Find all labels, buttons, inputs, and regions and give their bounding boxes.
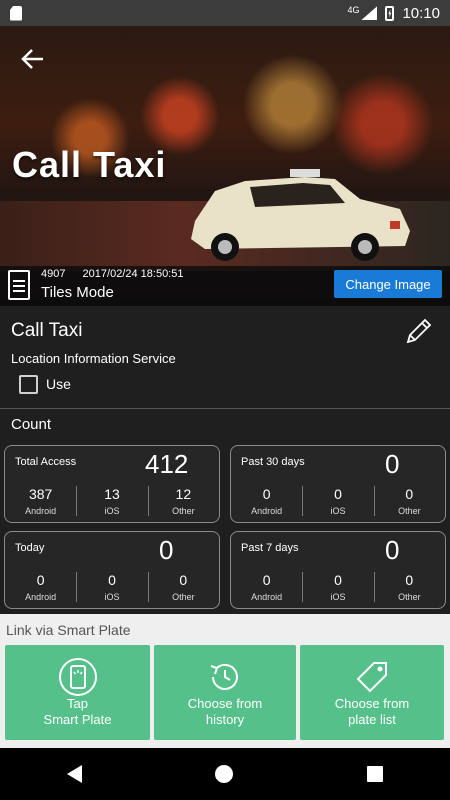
tile-line1: Tap bbox=[67, 696, 88, 711]
hero-title: Call Taxi bbox=[12, 144, 167, 185]
change-image-button[interactable]: Change Image bbox=[334, 270, 442, 298]
android-count: 0 bbox=[262, 486, 271, 502]
other-label: Other bbox=[172, 506, 195, 516]
image-timestamp: 2017/02/24 18:50:51 bbox=[82, 268, 184, 280]
nav-back-icon[interactable] bbox=[66, 765, 82, 783]
signal-icon bbox=[361, 6, 378, 20]
system-nav-bar bbox=[0, 748, 450, 800]
ios-label: iOS bbox=[104, 592, 120, 602]
display-mode: Tiles Mode bbox=[41, 284, 114, 301]
use-label: Use bbox=[46, 376, 71, 392]
other-count: 0 bbox=[405, 572, 414, 588]
tag-icon bbox=[356, 662, 387, 693]
nav-home-icon[interactable] bbox=[215, 765, 234, 783]
card-caption: Today bbox=[15, 542, 45, 554]
android-label: Android bbox=[251, 506, 283, 516]
sd-card-icon bbox=[10, 5, 22, 21]
android-label: Android bbox=[25, 592, 57, 602]
location-info-label: Location Information Service bbox=[11, 351, 176, 366]
other-count: 0 bbox=[179, 572, 188, 588]
android-label: Android bbox=[251, 592, 283, 602]
edit-pencil-icon[interactable] bbox=[404, 316, 434, 346]
tile-line1: Choose from bbox=[334, 696, 410, 711]
status-bar: 4G 10:10 bbox=[0, 0, 450, 26]
ios-count: 13 bbox=[104, 486, 120, 502]
smart-plate-section: Link via Smart Plate Tap Smart Plate Cho… bbox=[0, 614, 450, 748]
other-count: 12 bbox=[175, 486, 192, 502]
image-info-bar: 4907 2017/02/24 18:50:51 Tiles Mode Chan… bbox=[0, 266, 450, 306]
smart-plate-title: Link via Smart Plate bbox=[6, 622, 131, 638]
ios-count: 0 bbox=[108, 572, 116, 588]
tile-line1: Choose from bbox=[187, 696, 263, 711]
hero-image: Call Taxi 4907 2017/02/24 18:50:51 Tiles… bbox=[0, 26, 450, 306]
android-count: 0 bbox=[262, 572, 271, 588]
count-label: Count bbox=[11, 416, 52, 433]
other-label: Other bbox=[398, 592, 421, 602]
card-caption: Total Access bbox=[15, 456, 77, 468]
choose-from-history-button[interactable]: Choose from history bbox=[154, 645, 296, 740]
choose-from-plate-list-button[interactable]: Choose from plate list bbox=[300, 645, 444, 740]
ios-label: iOS bbox=[330, 592, 346, 602]
count-card-total-access: Total Access 412 387 Android 13 iOS 12 Othe… bbox=[4, 445, 220, 523]
card-caption: Past 7 days bbox=[241, 542, 299, 554]
tap-smart-plate-button[interactable]: Tap Smart Plate bbox=[5, 645, 150, 740]
count-card-past-30-days: Past 30 days 0 0 Android 0 iOS 0 Other bbox=[230, 445, 446, 523]
other-count: 0 bbox=[405, 486, 414, 502]
service-title: Call Taxi bbox=[11, 320, 83, 341]
card-total: 412 bbox=[145, 449, 189, 479]
count-card-today: Today 0 0 Android 0 iOS 0 Other bbox=[4, 531, 220, 609]
count-card-past-7-days: Past 7 days 0 0 Android 0 iOS 0 Other bbox=[230, 531, 446, 609]
android-label: Android bbox=[25, 506, 57, 516]
clock: 10:10 bbox=[402, 4, 440, 22]
document-icon bbox=[8, 270, 30, 300]
nav-recents-icon[interactable] bbox=[367, 766, 384, 782]
ios-label: iOS bbox=[330, 506, 346, 516]
android-count: 387 bbox=[28, 486, 53, 502]
image-id: 4907 bbox=[41, 268, 66, 280]
battery-icon bbox=[385, 5, 395, 21]
taxi-image bbox=[191, 169, 410, 261]
network-label: 4G bbox=[347, 5, 360, 15]
tile-line2: history bbox=[205, 712, 245, 727]
tile-line2: Smart Plate bbox=[43, 712, 112, 727]
tile-line2: plate list bbox=[348, 712, 396, 727]
other-label: Other bbox=[172, 592, 195, 602]
card-caption: Past 30 days bbox=[241, 456, 305, 468]
history-icon bbox=[210, 663, 238, 690]
back-arrow-icon[interactable] bbox=[18, 44, 48, 74]
other-label: Other bbox=[398, 506, 421, 516]
card-total: 0 bbox=[385, 449, 400, 479]
card-total: 0 bbox=[159, 535, 174, 565]
divider bbox=[0, 408, 450, 409]
card-total: 0 bbox=[385, 535, 400, 565]
android-count: 0 bbox=[36, 572, 45, 588]
ios-count: 0 bbox=[334, 486, 342, 502]
ios-count: 0 bbox=[334, 572, 342, 588]
ios-label: iOS bbox=[104, 506, 120, 516]
tap-phone-icon bbox=[58, 658, 97, 696]
use-checkbox[interactable] bbox=[19, 375, 38, 394]
